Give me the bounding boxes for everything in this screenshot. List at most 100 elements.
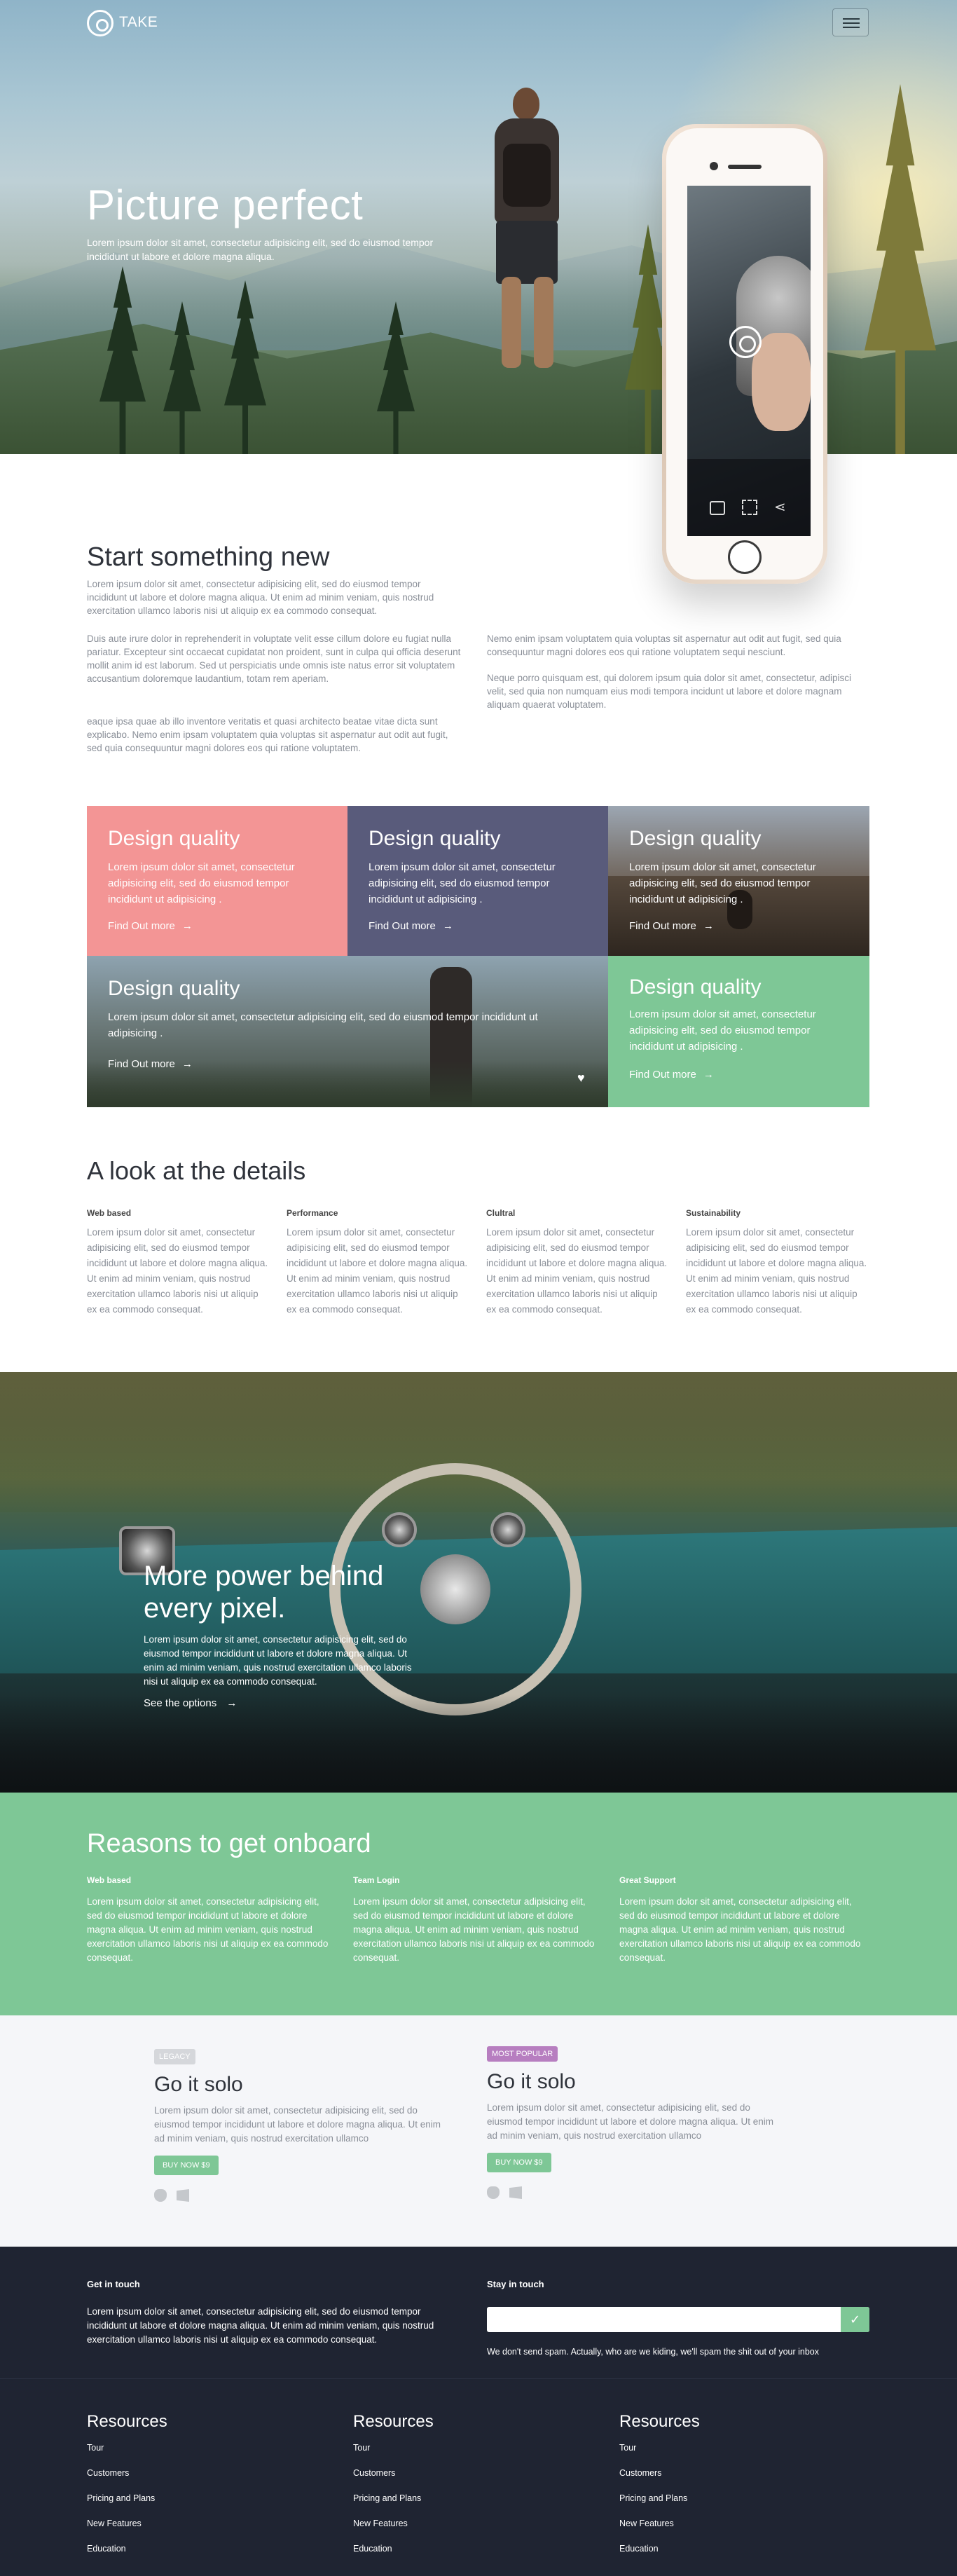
reason-heading: Team Login — [353, 1875, 400, 1885]
logo-icon[interactable] — [87, 10, 113, 36]
app-logo-icon — [729, 326, 762, 358]
portrait — [752, 333, 811, 431]
feature-tile[interactable]: Design quality Lorem ipsum dolor sit ame… — [608, 956, 869, 1107]
find-out-more-link[interactable]: Find Out more → — [108, 1058, 193, 1070]
tile-title: Design quality — [369, 827, 501, 850]
tile-title: Design quality — [629, 975, 762, 999]
get-in-touch: Get in touch Lorem ipsum dolor sit amet,… — [87, 2279, 451, 2347]
speaker — [728, 165, 762, 169]
footer: Get in touch Lorem ipsum dolor sit amet,… — [0, 2247, 957, 2576]
tile-text: Lorem ipsum dolor sit amet, consectetur … — [108, 1011, 538, 1039]
detail-column: Performance Lorem ipsum dolor sit amet, … — [287, 1208, 470, 1317]
link-label: Find Out more — [629, 1069, 696, 1081]
email-input[interactable] — [487, 2307, 869, 2332]
feature-tile[interactable]: Design quality Lorem ipsum dolor sit ame… — [87, 806, 347, 956]
footer-text: Lorem ipsum dolor sit amet, consectetur … — [87, 2306, 434, 2345]
intro-title: Start something new — [87, 542, 330, 572]
subscribe-button[interactable]: ✓ — [841, 2307, 869, 2332]
footer-link[interactable]: Pricing and Plans — [619, 2493, 829, 2503]
apple-icon — [154, 2189, 167, 2202]
reason-text: Lorem ipsum dolor sit amet, consectetur … — [619, 1896, 861, 1963]
phone-mockup: ⋖ — [662, 124, 827, 584]
stay-in-touch: Stay in touch — [487, 2279, 544, 2305]
find-out-more-link[interactable]: Find Out more → — [629, 1069, 714, 1081]
footer-link[interactable]: Customers — [87, 2468, 297, 2478]
detail-heading: Web based — [87, 1208, 132, 1218]
footer-link[interactable]: New Features — [353, 2519, 563, 2528]
link-label: See the options — [144, 1697, 217, 1709]
share-icon: ⋖ — [774, 500, 786, 515]
arrow-right-icon: → — [181, 920, 193, 932]
footer-link[interactable]: Customers — [353, 2468, 563, 2478]
intro-paragraph: eaque ipsa quae ab illo inventore verita… — [87, 716, 448, 753]
plan-text: Lorem ipsum dolor sit amet, consectetur … — [487, 2102, 773, 2141]
feature-tile[interactable]: Design quality Lorem ipsum dolor sit ame… — [87, 956, 608, 1107]
plan-badge: MOST POPULAR — [487, 2046, 558, 2062]
footer-link[interactable]: Education — [619, 2544, 829, 2554]
arrow-right-icon: → — [703, 920, 714, 932]
heart-icon[interactable]: ♥ — [577, 1071, 585, 1085]
camera-icon — [710, 162, 718, 170]
reasons-title: Reasons to get onboard — [87, 1829, 371, 1858]
feature-tile[interactable]: Design quality Lorem ipsum dolor sit ame… — [608, 806, 869, 956]
find-out-more-link[interactable]: Find Out more → — [629, 920, 714, 932]
windows-icon — [509, 2186, 522, 2199]
feature-tile[interactable]: Design quality Lorem ipsum dolor sit ame… — [347, 806, 608, 956]
buy-now-button[interactable]: BUY NOW $9 — [154, 2156, 219, 2175]
logo-text[interactable]: TAKE — [119, 14, 158, 31]
detail-heading: Sustainability — [686, 1208, 741, 1218]
pricing-card: MOST POPULAR Go it solo Lorem ipsum dolo… — [487, 2046, 781, 2202]
reason-column: Great Support Lorem ipsum dolor sit amet… — [619, 1875, 869, 1965]
gallery-icon — [710, 501, 725, 515]
tile-title: Design quality — [108, 977, 240, 1000]
link-label: Find Out more — [369, 920, 436, 932]
feature-text: Lorem ipsum dolor sit amet, consectetur … — [144, 1634, 412, 1687]
detail-column: Clultral Lorem ipsum dolor sit amet, con… — [486, 1208, 670, 1317]
footer-link[interactable]: Education — [87, 2544, 297, 2554]
resources-column: Resources Tour Customers Pricing and Pla… — [87, 2412, 297, 2569]
resources-column: Resources Tour Customers Pricing and Pla… — [619, 2412, 829, 2569]
intro-paragraph: Neque porro quisquam est, qui dolorem ip… — [487, 673, 852, 710]
reason-text: Lorem ipsum dolor sit amet, consectetur … — [87, 1896, 329, 1963]
detail-column: Sustainability Lorem ipsum dolor sit ame… — [686, 1208, 869, 1317]
see-options-link[interactable]: See the options → — [144, 1697, 237, 1709]
detail-heading: Clultral — [486, 1208, 516, 1218]
reason-heading: Great Support — [619, 1875, 676, 1885]
feature-banner: More power behind every pixel. Lorem ips… — [0, 1372, 957, 1793]
hiker-photo — [474, 88, 579, 368]
menu-button[interactable] — [832, 8, 869, 36]
intro-paragraph: Duis aute irure dolor in reprehenderit i… — [87, 633, 461, 684]
arrow-right-icon: → — [181, 1058, 193, 1070]
find-out-more-link[interactable]: Find Out more → — [369, 920, 453, 932]
arrow-right-icon: → — [442, 920, 453, 932]
pricing-card: LEGACY Go it solo Lorem ipsum dolor sit … — [154, 2049, 448, 2205]
detail-text: Lorem ipsum dolor sit amet, consectetur … — [87, 1227, 268, 1315]
reasons-section: Reasons to get onboard Web based Lorem i… — [0, 1793, 957, 2015]
footer-link[interactable]: Tour — [87, 2443, 297, 2453]
hamburger-icon-line — [843, 27, 860, 28]
tile-text: Lorem ipsum dolor sit amet, consectetur … — [629, 861, 816, 905]
arrow-right-icon: → — [703, 1069, 714, 1081]
resources-title: Resources — [619, 2412, 700, 2431]
tile-title: Design quality — [629, 827, 762, 850]
footer-link[interactable]: Customers — [619, 2468, 829, 2478]
resources-title: Resources — [353, 2412, 434, 2431]
link-label: Find Out more — [629, 920, 696, 932]
footer-link[interactable]: New Features — [87, 2519, 297, 2528]
find-out-more-link[interactable]: Find Out more → — [108, 920, 193, 932]
footer-link[interactable]: New Features — [619, 2519, 829, 2528]
resources-title: Resources — [87, 2412, 167, 2431]
buy-now-button[interactable]: BUY NOW $9 — [487, 2153, 551, 2172]
reason-column: Team Login Lorem ipsum dolor sit amet, c… — [353, 1875, 598, 1965]
tile-text: Lorem ipsum dolor sit amet, consectetur … — [108, 861, 295, 905]
footer-link[interactable]: Tour — [353, 2443, 563, 2453]
footer-link[interactable]: Pricing and Plans — [353, 2493, 563, 2503]
footer-link[interactable]: Tour — [619, 2443, 829, 2453]
hero-title: Picture perfect — [87, 181, 364, 228]
details-title: A look at the details — [87, 1156, 306, 1185]
detail-column: Web based Lorem ipsum dolor sit amet, co… — [87, 1208, 270, 1317]
footer-link[interactable]: Education — [353, 2544, 563, 2554]
home-button — [728, 540, 762, 574]
footer-link[interactable]: Pricing and Plans — [87, 2493, 297, 2503]
phone-toolbar: ⋖ — [687, 459, 811, 536]
